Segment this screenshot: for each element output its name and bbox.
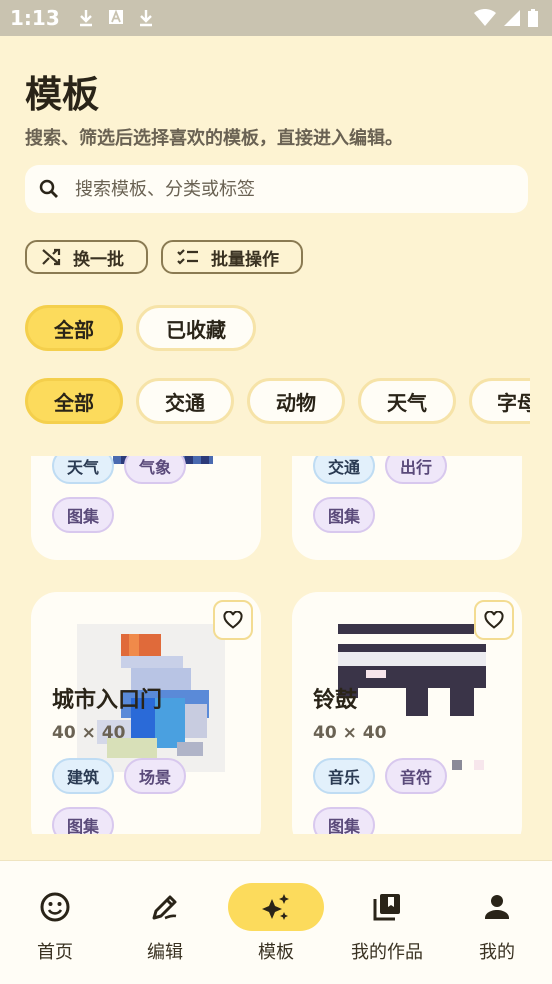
card-title: 铃鼓	[313, 688, 358, 713]
card-size: 40 × 40	[52, 723, 126, 743]
template-preview-image	[338, 624, 486, 770]
category-chip-weather[interactable]: 天气	[358, 378, 456, 424]
category-chip-label: 天气	[387, 390, 427, 415]
page-subtitle: 搜索、筛选后选择喜欢的模板，直接进入编辑。	[25, 128, 403, 149]
download-icon	[139, 10, 152, 27]
category-chip-label: 交通	[165, 390, 205, 415]
nav-item-profile[interactable]: 我的	[442, 861, 552, 984]
nav-item-my-works[interactable]: 我的作品	[332, 861, 442, 984]
signal-icon	[504, 10, 520, 26]
shuffle-button[interactable]: 换一批	[25, 240, 148, 274]
card-tag[interactable]: 天气	[52, 456, 115, 484]
filter-tab-label: 已收藏	[166, 317, 226, 342]
download-icon	[79, 10, 92, 27]
template-card-tambourine[interactable]: 铃鼓 40 × 40 音乐 音符 图集	[292, 592, 522, 834]
favorite-button[interactable]	[474, 600, 514, 640]
card-tag[interactable]: 音乐	[313, 758, 376, 794]
shuffle-icon	[42, 248, 61, 266]
nav-item-templates[interactable]: 模板	[221, 861, 331, 984]
category-chip-label: 动物	[276, 390, 316, 415]
heart-icon	[484, 611, 504, 629]
category-chip-label: 字母	[497, 390, 530, 415]
system-icons	[474, 9, 538, 27]
card-tag[interactable]: 建筑	[52, 758, 115, 794]
search-input[interactable]	[73, 177, 497, 201]
status-bar: 1:13	[0, 0, 552, 36]
font-icon	[108, 9, 123, 24]
card-size: 40 × 40	[313, 723, 387, 743]
filter-tab-label: 全部	[54, 317, 94, 342]
page-title: 模板	[25, 73, 99, 116]
card-tag[interactable]: 场景	[124, 758, 187, 794]
nav-label: 我的作品	[351, 942, 423, 963]
notification-icons	[78, 9, 154, 27]
category-chip-all[interactable]: 全部	[25, 378, 123, 424]
template-grid[interactable]: 天气 气象 图集 交通 出行 图集 城市入口门 40 × 40 建筑 场景 图集…	[0, 456, 552, 834]
library-icon	[373, 894, 400, 921]
card-tag[interactable]: 出行	[385, 456, 448, 484]
favorite-button[interactable]	[213, 600, 253, 640]
sparkle-icon	[262, 894, 289, 920]
template-card-city-gate[interactable]: 城市入口门 40 × 40 建筑 场景 图集	[31, 592, 261, 834]
filter-tab-favorites[interactable]: 已收藏	[136, 305, 256, 351]
category-chip-transport[interactable]: 交通	[136, 378, 234, 424]
bottom-navigation: 首页 编辑 模板 我的作品 我的	[0, 860, 552, 984]
template-card-transport[interactable]: 交通 出行 图集	[292, 456, 522, 560]
checklist-icon	[177, 249, 198, 265]
status-time: 1:13	[10, 6, 60, 30]
card-tag[interactable]: 音符	[385, 758, 448, 794]
category-chip-label: 全部	[54, 390, 94, 415]
nav-label: 首页	[37, 942, 73, 963]
smiley-icon	[40, 892, 70, 922]
heart-icon	[223, 611, 243, 629]
nav-label: 我的	[479, 942, 515, 963]
batch-operation-label: 批量操作	[211, 249, 279, 270]
card-tag[interactable]: 图集	[313, 497, 376, 533]
card-tag[interactable]: 图集	[52, 497, 115, 533]
category-chip-row[interactable]: 全部 交通 动物 天气 字母	[0, 378, 530, 426]
template-card-weather[interactable]: 天气 气象 图集	[31, 456, 261, 560]
category-chip-animals[interactable]: 动物	[247, 378, 345, 424]
pencil-icon	[152, 895, 177, 920]
card-tag[interactable]: 图集	[313, 807, 376, 834]
shuffle-label: 换一批	[73, 249, 124, 270]
wifi-icon	[474, 9, 496, 26]
search-icon	[39, 179, 58, 198]
card-title: 城市入口门	[52, 688, 163, 713]
category-chip-letters[interactable]: 字母	[469, 378, 530, 424]
nav-label: 模板	[258, 942, 294, 963]
filter-tab-all[interactable]: 全部	[25, 305, 123, 351]
card-tag[interactable]: 气象	[124, 456, 187, 484]
nav-label: 编辑	[147, 942, 183, 963]
battery-icon	[528, 9, 538, 27]
batch-operation-button[interactable]: 批量操作	[161, 240, 303, 274]
person-icon	[485, 895, 509, 919]
search-bar[interactable]	[25, 165, 528, 213]
card-tag[interactable]: 图集	[52, 807, 115, 834]
nav-item-edit[interactable]: 编辑	[110, 861, 220, 984]
nav-item-home[interactable]: 首页	[0, 861, 110, 984]
card-tag[interactable]: 交通	[313, 456, 376, 484]
